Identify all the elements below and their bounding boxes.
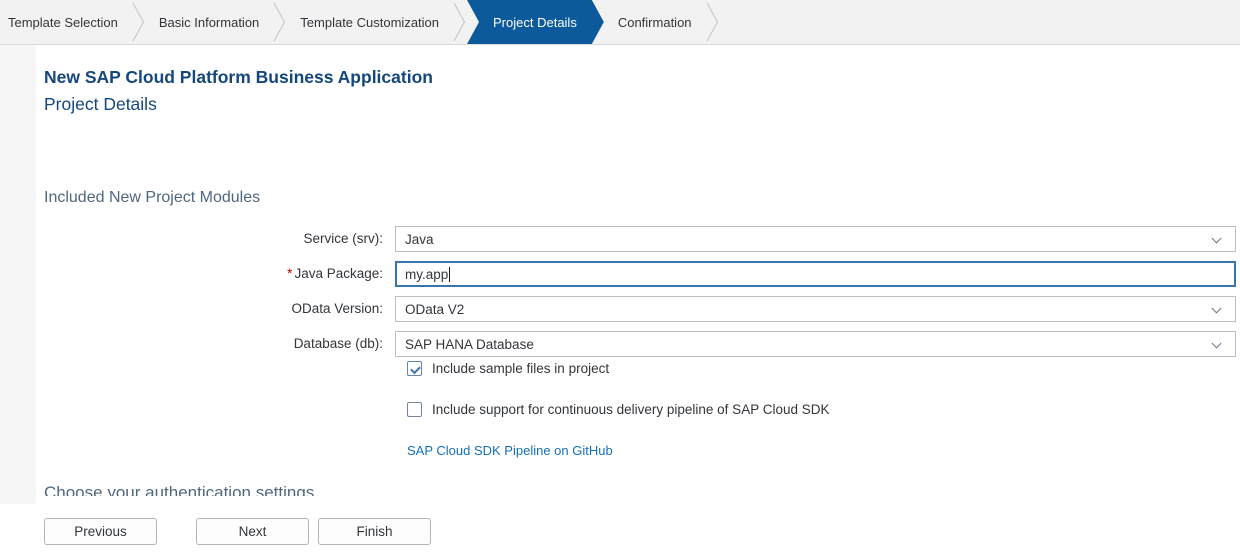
page-title: New SAP Cloud Platform Business Applicat… (44, 66, 433, 88)
step-separator-icon (273, 0, 286, 44)
section-title-authentication-clipped: Choose your authentication settings (44, 483, 314, 496)
sdk-pipeline-github-link[interactable]: SAP Cloud SDK Pipeline on GitHub (407, 443, 613, 458)
java-package-input[interactable]: my.app (395, 261, 1236, 287)
checkbox-row-sample-files[interactable]: Include sample files in project (407, 361, 609, 376)
database-select[interactable]: SAP HANA Database (395, 331, 1236, 357)
chevron-down-icon (1212, 304, 1222, 314)
form-row-java-package: *Java Package: my.app (44, 261, 1236, 287)
left-gutter (0, 45, 36, 504)
wizard-footer: Previous Next Finish (0, 504, 1240, 559)
wizard-progress-bar: Template Selection Basic Information Tem… (0, 0, 1240, 45)
required-asterisk: * (287, 266, 292, 281)
database-label-text: Database (db): (294, 336, 383, 351)
checkbox-row-sdk-pipeline[interactable]: Include support for continuous delivery … (407, 402, 830, 417)
page-header: New SAP Cloud Platform Business Applicat… (44, 66, 433, 115)
odata-version-select[interactable]: OData V2 (395, 296, 1236, 322)
database-select-value: SAP HANA Database (405, 337, 534, 352)
step-separator-icon (706, 0, 719, 44)
footer-button-row: Previous Next Finish (44, 518, 431, 545)
service-select-value: Java (405, 232, 434, 247)
service-select[interactable]: Java (395, 226, 1236, 252)
wizard-step-confirmation[interactable]: Confirmation (604, 0, 706, 44)
database-label: Database (db): (44, 331, 395, 357)
java-package-value: my.app (405, 267, 448, 282)
form-row-database: Database (db): SAP HANA Database (44, 331, 1236, 357)
wizard-step-template-customization[interactable]: Template Customization (286, 0, 453, 44)
service-label: Service (srv): (44, 226, 395, 252)
previous-button[interactable]: Previous (44, 518, 157, 545)
project-details-form: Service (srv): Java *Java Package: my.ap… (44, 226, 1236, 366)
wizard-step-label: Template Customization (300, 15, 439, 30)
checkbox-sdk-pipeline-label: Include support for continuous delivery … (432, 402, 830, 417)
form-row-odata-version: OData Version: OData V2 (44, 296, 1236, 322)
java-package-label: *Java Package: (44, 261, 395, 287)
odata-version-label-text: OData Version: (291, 301, 383, 316)
wizard-step-template-selection[interactable]: Template Selection (0, 0, 132, 44)
checkbox-unchecked-icon[interactable] (407, 402, 422, 417)
chevron-down-icon (1212, 339, 1222, 349)
finish-button[interactable]: Finish (318, 518, 431, 545)
wizard-step-project-details[interactable]: Project Details (467, 0, 604, 44)
sap-webide-new-project-wizard: Template Selection Basic Information Tem… (0, 0, 1240, 559)
wizard-step-label: Project Details (493, 15, 577, 30)
checkbox-checked-icon[interactable] (407, 361, 422, 376)
odata-version-select-value: OData V2 (405, 302, 464, 317)
section-title-modules: Included New Project Modules (44, 189, 260, 207)
checkbox-sample-files-label: Include sample files in project (432, 361, 609, 376)
page-subtitle: Project Details (44, 93, 433, 115)
service-label-text: Service (srv): (303, 231, 383, 246)
text-caret (449, 267, 450, 282)
wizard-step-basic-information[interactable]: Basic Information (145, 0, 273, 44)
form-row-service: Service (srv): Java (44, 226, 1236, 252)
chevron-down-icon (1212, 234, 1222, 244)
next-button[interactable]: Next (196, 518, 309, 545)
wizard-step-label: Basic Information (159, 15, 259, 30)
java-package-label-text: Java Package: (294, 266, 383, 281)
wizard-step-label: Confirmation (618, 15, 692, 30)
step-separator-icon (132, 0, 145, 44)
step-separator-icon (453, 0, 466, 44)
wizard-step-label: Template Selection (8, 15, 118, 30)
odata-version-label: OData Version: (44, 296, 395, 322)
